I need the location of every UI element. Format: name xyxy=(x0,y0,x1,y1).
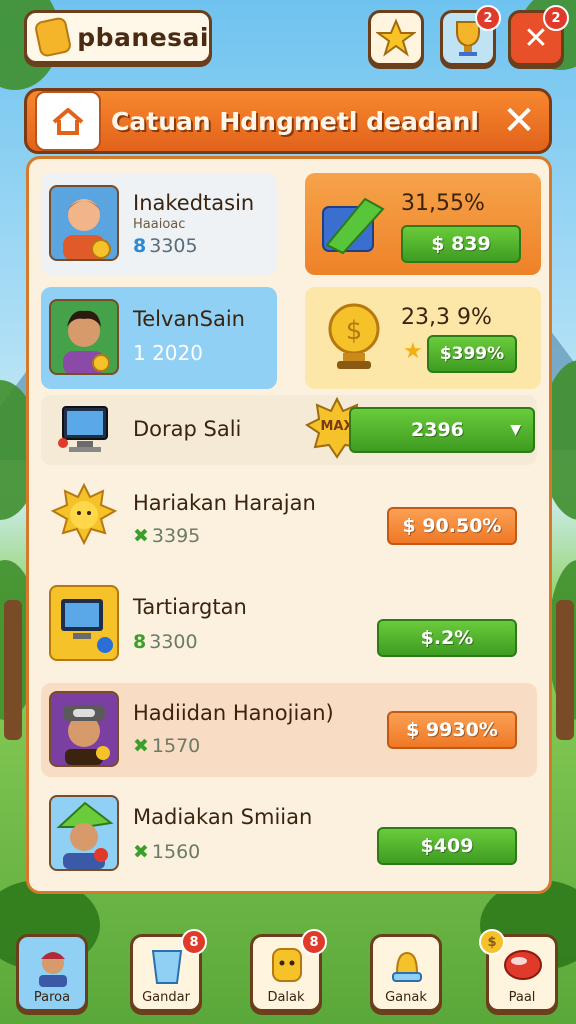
list-reward-button[interactable]: $409 xyxy=(377,827,517,865)
list-reward-button[interactable]: $ 9930% xyxy=(387,711,517,749)
list-amount: 8 3300 xyxy=(133,631,198,653)
header-banner: Catuan Hdngmetl deadanl ✕ xyxy=(24,88,552,154)
reward-button-1[interactable]: $ 839 xyxy=(401,225,521,263)
list-amount: ✖ 3395 xyxy=(133,525,201,547)
reward-percent-2: 23,3 9% xyxy=(401,305,492,330)
list-item[interactable]: Madiakan Smiian ✖ 1560 $409 xyxy=(41,785,537,883)
list-item[interactable]: Hariakan Harajan ✖ 3395 $ 90.50% xyxy=(41,473,537,567)
player-amount-1: 8 3305 xyxy=(133,235,198,257)
coin-icon: 8 xyxy=(133,235,147,257)
trophy-bulb-icon: $ xyxy=(328,303,380,369)
player-card-2[interactable]: TelvanSain 1 2020 xyxy=(41,287,277,389)
avatar xyxy=(49,299,119,375)
dock-label: Gandar xyxy=(142,990,190,1005)
player-name-plate[interactable]: pbanesai xyxy=(24,10,212,64)
x-icon: ✖ xyxy=(133,735,149,757)
mascot-icon xyxy=(272,948,302,982)
small-star-icon: ★ xyxy=(403,339,423,364)
player-amount-2: 1 2020 xyxy=(133,341,203,365)
avatar xyxy=(49,795,119,871)
dock-label: Dalak xyxy=(267,990,305,1005)
list-reward-button[interactable]: $ 90.50% xyxy=(387,507,517,545)
dock-badge: $ xyxy=(479,929,505,955)
dock-button-profile[interactable]: Paroa xyxy=(16,934,88,1012)
list-amount: ✖ 1560 xyxy=(133,841,201,863)
profile-avatar-icon xyxy=(39,952,67,987)
green-gem-icon xyxy=(322,197,385,255)
player-sub-1: Haaioac xyxy=(133,217,186,232)
list-name: Tartiargtan xyxy=(133,595,247,619)
reward-card-1[interactable]: 31,55% $ 839 xyxy=(305,173,541,275)
coin-icon: 8 xyxy=(133,631,147,653)
avatar xyxy=(49,691,119,767)
player-card-1[interactable]: Inakedtasin Haaioac 8 3305 xyxy=(41,173,277,275)
x-icon: ✖ xyxy=(133,841,149,863)
avatar xyxy=(49,481,119,557)
trophy-button[interactable]: 2 xyxy=(440,5,501,66)
list-item[interactable]: Tartiargtan 8 3300 $.2% xyxy=(41,575,537,675)
promo-name: Dorap Sali xyxy=(133,417,242,441)
list-name: Madiakan Smiian xyxy=(133,805,313,829)
dock-label: Paroa xyxy=(33,990,71,1005)
gold-gem-icon xyxy=(33,16,73,58)
dock-button-paal[interactable]: Paal $ xyxy=(479,929,558,1012)
page-title: Catuan Hdngmetl deadanl xyxy=(111,106,479,136)
close-app-button[interactable]: ✕ 2 xyxy=(508,5,569,66)
banner-close-button[interactable]: ✕ xyxy=(489,98,549,144)
dock-button-dalak[interactable]: Dalak 8 xyxy=(250,929,327,1012)
reward-button-2[interactable]: $399% xyxy=(427,335,517,373)
dock-button-gandar[interactable]: Gandar 8 xyxy=(130,929,207,1012)
reward-panel: Inakedtasin Haaioac 8 3305 31,55% $ 839 T… xyxy=(26,156,552,894)
reward-card-2[interactable]: $ 23,3 9% ★ $399% xyxy=(305,287,541,389)
svg-text:$: $ xyxy=(346,316,363,346)
bucket-icon xyxy=(151,950,183,984)
avatar xyxy=(49,585,119,661)
dock-button-ganak[interactable]: Ganak xyxy=(370,934,442,1012)
player-name-1: Inakedtasin xyxy=(133,191,255,215)
list-amount: ✖ 1570 xyxy=(133,735,201,757)
chevron-down-icon: ▼ xyxy=(510,422,521,438)
home-button[interactable] xyxy=(35,91,101,151)
star-icon xyxy=(376,18,416,57)
reward-percent-1: 31,55% xyxy=(401,191,485,216)
player-name: pbanesai xyxy=(77,22,209,52)
pill-icon xyxy=(504,950,542,980)
dock-badge: 8 xyxy=(301,929,327,955)
promo-reward-button[interactable]: 2396 ▼ xyxy=(349,407,535,453)
dock-badge: 8 xyxy=(181,929,207,955)
bell-icon xyxy=(392,951,422,982)
avatar xyxy=(49,185,119,261)
computer-icon xyxy=(58,406,108,452)
list-item[interactable]: Hadiidan Hanojian) ✖ 1570 $ 9930% xyxy=(41,683,537,777)
list-name: Hariakan Harajan xyxy=(133,491,316,515)
player-name-2: TelvanSain xyxy=(133,307,245,331)
dock-label: Ganak xyxy=(385,990,427,1005)
home-icon xyxy=(52,108,84,135)
star-button[interactable] xyxy=(368,10,424,66)
x-icon: ✖ xyxy=(133,525,149,547)
list-name: Hadiidan Hanojian) xyxy=(133,701,334,725)
trophy-badge: 2 xyxy=(475,5,501,31)
close-badge: 2 xyxy=(543,5,569,31)
dock-label: Paal xyxy=(508,990,536,1005)
list-reward-button[interactable]: $.2% xyxy=(377,619,517,657)
promo-row[interactable]: Dorap Sali MAX 2396 ▼ xyxy=(41,395,537,465)
